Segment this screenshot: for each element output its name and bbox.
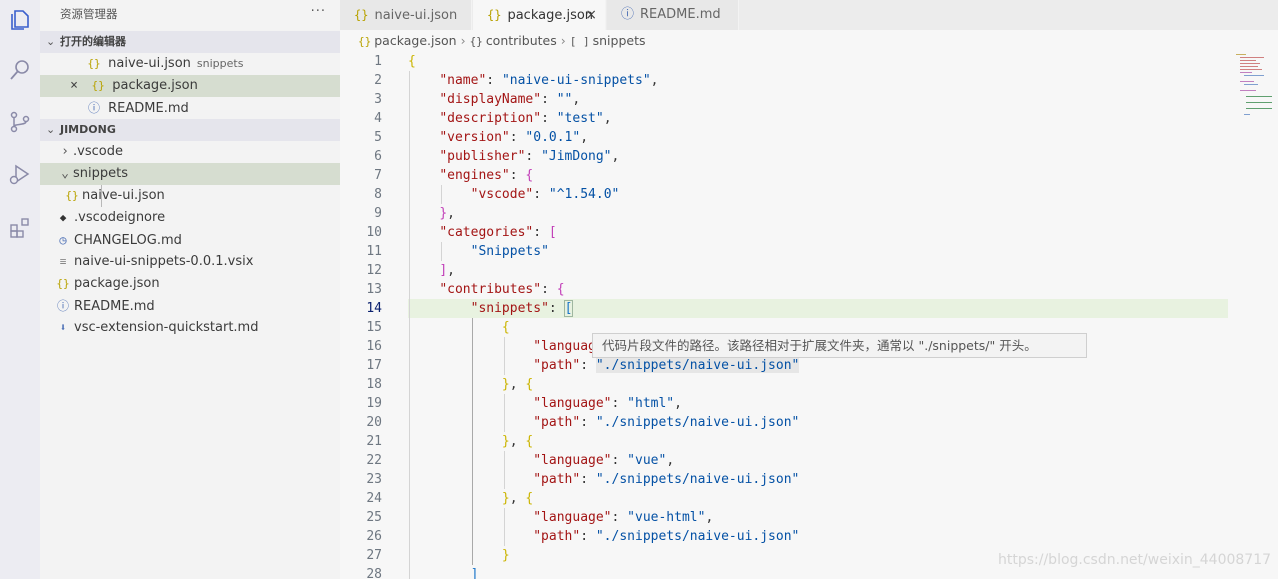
chevron-down-icon: ⌄	[46, 35, 56, 48]
code-line: 11 "Snippets"	[366, 244, 549, 259]
code-line: 6 "publisher": "JimDong",	[374, 149, 620, 164]
tab-package-json[interactable]: {} package.json ×	[473, 0, 606, 30]
activity-bar	[0, 0, 40, 579]
open-editor-hint: snippets	[196, 57, 244, 70]
code-line: 9 },	[374, 206, 455, 221]
tree-file[interactable]: {} naive-ui.json	[40, 185, 340, 207]
source-control-icon[interactable]	[4, 106, 36, 138]
array-icon: [ ]	[569, 35, 590, 48]
code-line: 22 "language": "vue",	[366, 453, 675, 468]
watermark: https://blog.csdn.net/weixin_44008717	[998, 552, 1272, 568]
object-icon: {}	[469, 35, 483, 48]
tree-file[interactable]: ⓘ README.md	[40, 295, 340, 317]
json-file-icon: {}	[56, 277, 70, 290]
open-editor-label: naive-ui.json	[108, 56, 191, 71]
hover-tooltip: 代码片段文件的路径。该路径相对于扩展文件夹，通常以 "./snippets/" …	[592, 333, 1087, 358]
code-line: 26 "path": "./snippets/naive-ui.json"	[366, 529, 800, 544]
more-actions-button[interactable]: ···	[311, 4, 326, 19]
tab-readme[interactable]: ⓘ README.md	[607, 0, 739, 30]
tree-folder-vscode[interactable]: › .vscode	[40, 141, 340, 163]
code-line: 13 "contributes": {	[366, 282, 565, 297]
code-line: 4 "description": "test",	[374, 111, 612, 126]
json-file-icon: {}	[65, 189, 79, 202]
breadcrumb-file[interactable]: package.json	[374, 33, 456, 48]
json-file-icon: {}	[358, 35, 372, 48]
search-icon[interactable]	[4, 54, 36, 86]
text-file-icon: ≡	[59, 255, 67, 268]
open-editor-item[interactable]: ⓘ README.md	[40, 97, 340, 119]
tree-folder-snippets[interactable]: ⌄ snippets	[40, 163, 340, 185]
json-file-icon: {}	[354, 8, 369, 22]
code-line: 20 "path": "./snippets/naive-ui.json"	[366, 415, 800, 430]
code-line: 3 "displayName": "",	[374, 92, 581, 107]
breadcrumb: {} package.json ›{} contributes ›[ ] snippets	[358, 33, 646, 48]
explorer-icon[interactable]	[4, 4, 36, 36]
code-line: 5 "version": "0.0.1",	[374, 130, 589, 145]
extensions-icon[interactable]	[4, 212, 36, 244]
info-icon: ⓘ	[87, 101, 100, 115]
chevron-down-icon: ⌄	[61, 166, 69, 181]
json-file-icon: {}	[487, 8, 502, 22]
code-line-current: 14 "snippets": [	[366, 300, 574, 317]
editor-area: {} naive-ui.json {} package.json × ⓘ README…	[340, 0, 1278, 579]
breadcrumb-contributes[interactable]: contributes	[486, 33, 557, 48]
chevron-down-icon: ⌄	[46, 123, 56, 136]
json-file-icon: {}	[91, 79, 105, 92]
code-line: 24 }, {	[366, 491, 534, 506]
markdown-download-icon: ⬇	[59, 321, 67, 334]
open-editor-label: package.json	[112, 78, 198, 93]
code-line: 2 "name": "naive-ui-snippets",	[374, 73, 659, 88]
tree-file[interactable]: {} package.json	[40, 273, 340, 295]
changelog-icon: ◷	[59, 233, 67, 247]
open-editors-header[interactable]: ⌄ 打开的编辑器	[40, 31, 340, 53]
workspace-header[interactable]: ⌄ JIMDONG	[40, 119, 340, 141]
tree-file[interactable]: ◆ .vscodeignore	[40, 207, 340, 229]
tree-file[interactable]: ◷ CHANGELOG.md	[40, 229, 340, 251]
explorer-title: 资源管理器	[60, 7, 118, 21]
code-line: 17 "path": "./snippets/naive-ui.json"	[366, 358, 800, 373]
explorer-sidebar: 资源管理器 ··· ⌄ 打开的编辑器 {} naive-ui.json snippe…	[40, 0, 340, 579]
git-file-icon: ◆	[59, 211, 67, 224]
code-line: 18 }, {	[366, 377, 534, 392]
tab-bar: {} naive-ui.json {} package.json × ⓘ README…	[340, 0, 1278, 30]
code-line: 19 "language": "html",	[366, 396, 682, 411]
code-line: 1{	[374, 54, 416, 69]
open-editor-item-active[interactable]: × {} package.json	[40, 75, 340, 97]
open-editor-label: README.md	[108, 101, 189, 116]
run-debug-icon[interactable]	[4, 158, 36, 190]
info-icon: ⓘ	[56, 299, 69, 313]
code-line: 12 ],	[366, 263, 455, 278]
open-editor-item[interactable]: {} naive-ui.json snippets	[40, 53, 340, 75]
minimap[interactable]	[1234, 52, 1274, 122]
code-line: 10 "categories": [	[366, 225, 557, 240]
code-line: 21 }, {	[366, 434, 534, 449]
code-line: 25 "language": "vue-html",	[366, 510, 714, 525]
code-line: 23 "path": "./snippets/naive-ui.json"	[366, 472, 800, 487]
code-line: 8 "vscode": "^1.54.0"	[374, 187, 620, 202]
close-tab-icon[interactable]: ×	[585, 0, 597, 30]
tree-file[interactable]: ≡ naive-ui-snippets-0.0.1.vsix	[40, 251, 340, 273]
close-icon[interactable]: ×	[66, 75, 82, 97]
json-file-icon: {}	[87, 57, 101, 70]
breadcrumb-snippets[interactable]: snippets	[593, 33, 646, 48]
info-icon: ⓘ	[621, 7, 635, 22]
tab-naive-ui-json[interactable]: {} naive-ui.json	[340, 0, 472, 30]
chevron-right-icon: ›	[61, 144, 69, 159]
tree-file[interactable]: ⬇ vsc-extension-quickstart.md	[40, 317, 340, 339]
code-line: 7 "engines": {	[374, 168, 534, 183]
